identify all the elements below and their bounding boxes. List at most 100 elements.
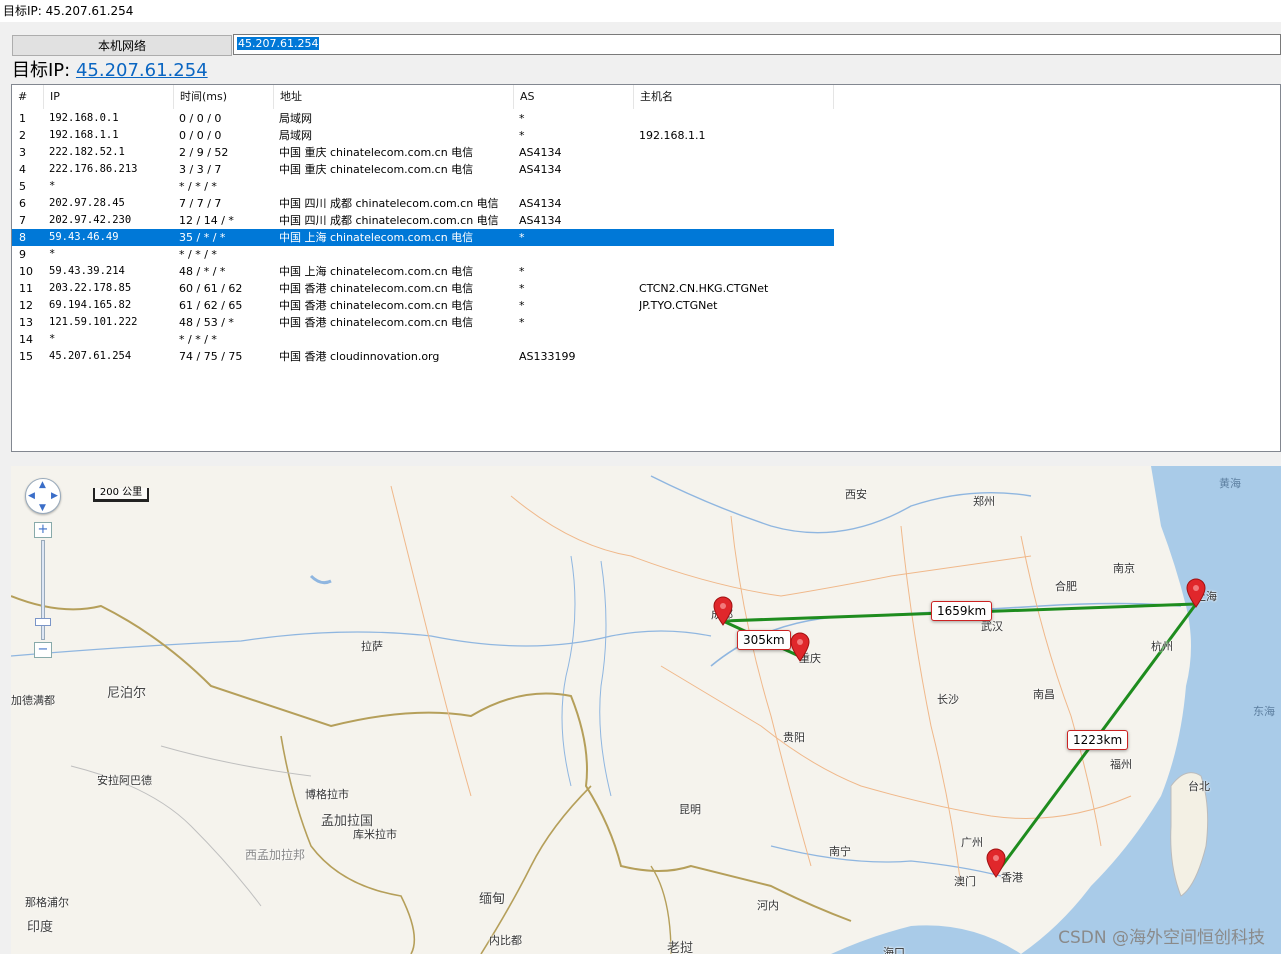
city-nanjing: 南京 bbox=[1113, 562, 1135, 575]
table-row[interactable]: 9 * * / * / * bbox=[12, 246, 834, 263]
cell-time: 74 / 75 / 75 bbox=[179, 350, 243, 363]
cell-as: * bbox=[519, 316, 525, 329]
table-row[interactable]: 10 59.43.39.214 48 / * / * 中国 上海 chinatelec… bbox=[12, 263, 834, 280]
cell-n: 13 bbox=[19, 316, 33, 329]
pan-down-icon[interactable]: ▼ bbox=[39, 504, 46, 513]
cell-host bbox=[639, 263, 839, 280]
table-row[interactable]: 6 202.97.28.45 7 / 7 / 7 中国 四川 成都 chinatele… bbox=[12, 195, 834, 212]
table-row[interactable]: 11 203.22.178.85 60 / 61 / 62 中国 香港 chinate… bbox=[12, 280, 834, 297]
city-haikou: 海口 bbox=[883, 946, 905, 954]
zoom-slider-handle[interactable] bbox=[35, 618, 51, 626]
cell-time: * / * / * bbox=[179, 248, 217, 261]
cell-host bbox=[639, 212, 839, 229]
country-nepal: 尼泊尔 bbox=[107, 686, 147, 701]
cell-addr: 中国 香港 chinatelecom.com.cn 电信 bbox=[279, 282, 474, 295]
cell-as: AS4134 bbox=[519, 163, 562, 176]
cell-addr: 中国 香港 chinatelecom.com.cn 电信 bbox=[279, 299, 474, 312]
city-anxi: 安拉阿巴德 bbox=[97, 774, 152, 787]
cell-as: AS4134 bbox=[519, 214, 562, 227]
col-header-time[interactable]: 时间(ms) bbox=[174, 85, 274, 109]
country-india: 印度 bbox=[27, 920, 54, 935]
cell-n: 2 bbox=[19, 129, 26, 142]
pan-up-icon[interactable]: ▲ bbox=[39, 481, 46, 490]
cell-host bbox=[639, 348, 839, 365]
col-header-hostname[interactable]: 主机名 bbox=[634, 85, 834, 109]
table-row[interactable]: 4 222.176.86.213 3 / 3 / 7 中国 重庆 chinatelec… bbox=[12, 161, 834, 178]
table-row[interactable]: 3 222.182.52.1 2 / 9 / 52 中国 重庆 chinateleco… bbox=[12, 144, 834, 161]
cell-ip: 59.43.39.214 bbox=[49, 265, 125, 277]
cell-time: 7 / 7 / 7 bbox=[179, 197, 222, 210]
cell-time: 48 / * / * bbox=[179, 265, 226, 278]
cell-ip: 202.97.28.45 bbox=[49, 197, 125, 209]
cell-addr: 中国 上海 chinatelecom.com.cn 电信 bbox=[279, 231, 474, 244]
zoom-in-button[interactable]: + bbox=[34, 522, 52, 538]
cell-n: 12 bbox=[19, 299, 33, 312]
cell-host bbox=[639, 110, 839, 127]
route-map[interactable]: ▲ ▼ ◀ ▶ + − 200 公里 西安 郑州 南京 合肥 成都 重庆 上海 … bbox=[11, 466, 1281, 954]
cell-ip: 59.43.46.49 bbox=[49, 231, 119, 243]
target-ip-input[interactable]: 45.207.61.254 bbox=[233, 34, 1281, 55]
distance-label-chengdu-chongqing: 305km bbox=[737, 630, 791, 650]
cell-as: * bbox=[519, 231, 525, 244]
table-row[interactable]: 12 69.194.165.82 61 / 62 / 65 中国 香港 chinate… bbox=[12, 297, 834, 314]
city-taibei: 台北 bbox=[1188, 780, 1210, 793]
local-network-button[interactable]: 本机网络 bbox=[12, 35, 232, 56]
city-kath: 加德满都 bbox=[11, 694, 55, 707]
cell-as bbox=[519, 178, 634, 195]
trace-table[interactable]: # IP 时间(ms) 地址 AS 主机名 1 192.168.0.1 0 / 0 … bbox=[11, 84, 1281, 452]
cell-ip: 202.97.42.230 bbox=[49, 214, 132, 226]
table-row[interactable]: 14 * * / * / * bbox=[12, 331, 834, 348]
cell-n: 6 bbox=[19, 197, 26, 210]
cell-as: * bbox=[519, 282, 525, 295]
col-header-address[interactable]: 地址 bbox=[274, 85, 514, 109]
city-hangzhou: 杭州 bbox=[1151, 640, 1173, 653]
city-nanning: 南宁 bbox=[829, 845, 851, 858]
distance-label-chengdu-shanghai: 1659km bbox=[931, 601, 993, 621]
cell-n: 3 bbox=[19, 146, 26, 159]
cell-ip: 69.194.165.82 bbox=[49, 299, 132, 311]
table-row[interactable]: 13 121.59.101.222 48 / 53 / * 中国 香港 chinate… bbox=[12, 314, 834, 331]
table-row[interactable]: 1 192.168.0.1 0 / 0 / 0 局域网 * bbox=[12, 110, 834, 127]
cell-ip: 121.59.101.222 bbox=[49, 316, 138, 328]
country-bangladesh: 孟加拉国 bbox=[321, 814, 374, 829]
target-ip-link[interactable]: 45.207.61.254 bbox=[76, 60, 208, 81]
pan-control[interactable]: ▲ ▼ ◀ ▶ bbox=[25, 478, 61, 514]
city-naypyidaw: 内比都 bbox=[489, 934, 522, 947]
cell-ip: 222.176.86.213 bbox=[49, 163, 138, 175]
cell-host bbox=[639, 161, 839, 178]
cell-ip: 192.168.1.1 bbox=[49, 129, 119, 141]
sea-east: 东海 bbox=[1253, 705, 1275, 718]
table-row[interactable]: 8 59.43.46.49 35 / * / * 中国 上海 chinatelecom… bbox=[12, 229, 834, 246]
cell-time: 3 / 3 / 7 bbox=[179, 163, 222, 176]
cell-n: 11 bbox=[19, 282, 33, 295]
cell-addr: 中国 香港 chinatelecom.com.cn 电信 bbox=[279, 316, 474, 329]
cell-addr: 中国 香港 cloudinnovation.org bbox=[279, 350, 440, 363]
col-header-as[interactable]: AS bbox=[514, 85, 634, 109]
col-header-ip[interactable]: IP bbox=[44, 85, 174, 109]
map-pin-chongqing-icon[interactable] bbox=[789, 632, 811, 662]
cell-time: 2 / 9 / 52 bbox=[179, 146, 229, 159]
cell-as bbox=[519, 331, 634, 348]
cell-time: 48 / 53 / * bbox=[179, 316, 234, 329]
cell-time: 60 / 61 / 62 bbox=[179, 282, 243, 295]
city-lasa: 拉萨 bbox=[361, 640, 383, 653]
distance-label-shanghai-hongkong: 1223km bbox=[1067, 730, 1129, 750]
cell-as: * bbox=[519, 129, 525, 142]
map-pin-shanghai-icon[interactable] bbox=[1185, 578, 1207, 608]
zoom-out-button[interactable]: − bbox=[34, 642, 52, 658]
map-pin-hongkong-icon[interactable] bbox=[985, 848, 1007, 878]
table-row[interactable]: 7 202.97.42.230 12 / 14 / * 中国 四川 成都 chinat… bbox=[12, 212, 834, 229]
cell-addr bbox=[279, 246, 514, 263]
pan-right-icon[interactable]: ▶ bbox=[51, 492, 58, 501]
table-row[interactable]: 15 45.207.61.254 74 / 75 / 75 中国 香港 cloudin… bbox=[12, 348, 834, 365]
table-row[interactable]: 5 * * / * / * bbox=[12, 178, 834, 195]
map-pin-chengdu-icon[interactable] bbox=[712, 596, 734, 626]
cell-as: AS4134 bbox=[519, 197, 562, 210]
pan-left-icon[interactable]: ◀ bbox=[28, 492, 35, 501]
table-row[interactable]: 2 192.168.1.1 0 / 0 / 0 局域网 * 192.168.1.1 bbox=[12, 127, 834, 144]
col-header-index[interactable]: # bbox=[12, 85, 44, 109]
table-body: 1 192.168.0.1 0 / 0 / 0 局域网 * 2 192.168.1.1 0 /… bbox=[12, 110, 1280, 365]
city-fuzhou: 福州 bbox=[1110, 758, 1132, 771]
table-header: # IP 时间(ms) 地址 AS 主机名 bbox=[12, 85, 1280, 110]
cell-time: * / * / * bbox=[179, 333, 217, 346]
